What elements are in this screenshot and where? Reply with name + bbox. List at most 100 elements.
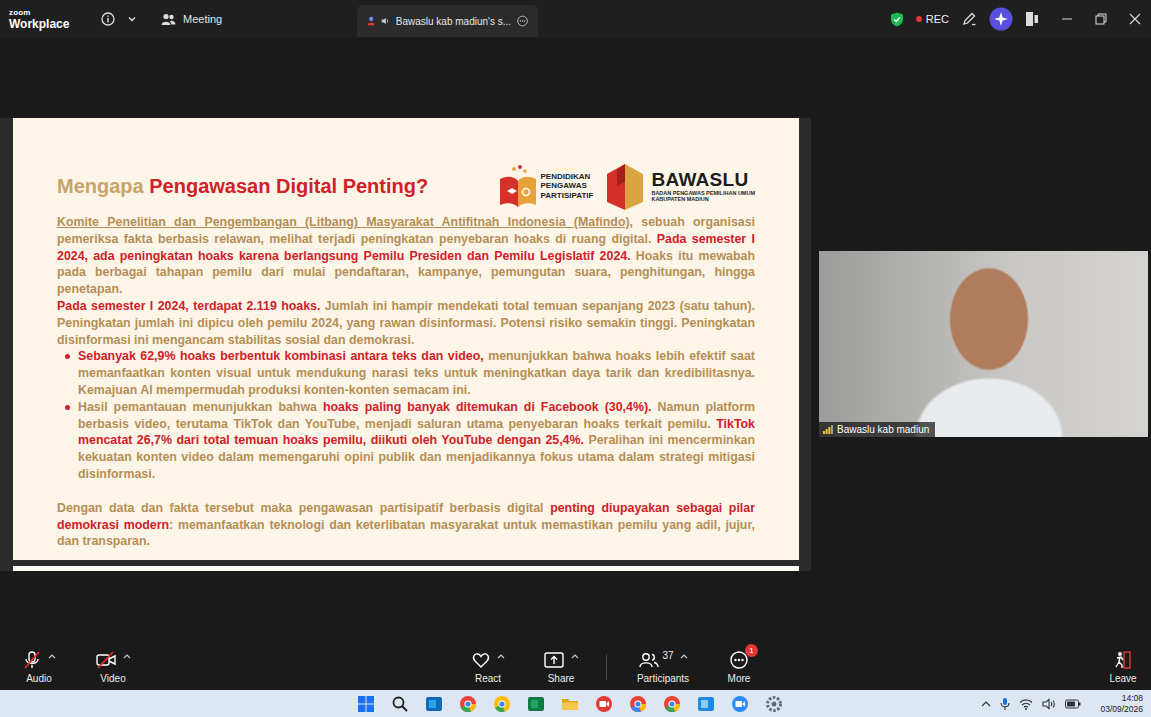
tray-chevron-icon[interactable]: [981, 700, 991, 708]
participants-label: Participants: [637, 673, 689, 684]
windows-taskbar: 14:0803/09/2026: [0, 690, 1151, 717]
taskbar-app[interactable]: [621, 695, 655, 713]
clock[interactable]: 14:0803/09/2026: [1100, 693, 1143, 713]
bullet-dot: [65, 405, 70, 410]
system-tray: 14:0803/09/2026: [981, 693, 1143, 713]
more-options-icon[interactable]: [517, 13, 528, 29]
title-lead: Mengapa: [57, 175, 149, 197]
more-button[interactable]: 1More: [719, 650, 759, 684]
ai-companion-icon[interactable]: [989, 7, 1013, 31]
taskbar-app[interactable]: [757, 695, 791, 713]
bawaslu-logo: BAWASLUBADAN PENGAWAS PEMILIHAN UMUMKABU…: [601, 160, 755, 212]
bawaslu-subtitle: BADAN PENGAWAS PEMILIHAN UMUM: [651, 190, 755, 196]
shared-screen: Mengapa Pengawasan Digital Penting? PENDI…: [0, 118, 811, 571]
pendidikan-logo: PENDIDIKANPENGAWASPARTISIPATIF: [498, 163, 594, 209]
chrome-icon: [629, 695, 647, 713]
share-tab[interactable]: Bawaslu kab madiun's s...: [357, 5, 538, 37]
recording-indicator[interactable]: REC: [916, 13, 949, 25]
leave-button[interactable]: Leave: [1103, 650, 1143, 684]
excel-icon: [527, 695, 545, 713]
volume-icon[interactable]: [1042, 698, 1056, 710]
logo-line: PENDIDIKAN: [541, 172, 594, 181]
paragraph-text: Hasil pemantauan menunjukkan bahwa hoaks…: [78, 399, 755, 483]
video-label: Video: [100, 673, 125, 684]
photos-icon: [697, 695, 715, 713]
chrome-icon: [663, 695, 681, 713]
video-tile[interactable]: Bawaslu kab madiun: [819, 251, 1148, 437]
taskbar-app[interactable]: [587, 695, 621, 713]
taskbar-app[interactable]: [553, 695, 587, 713]
outlook-icon: [425, 695, 443, 713]
chrome-icon: [493, 695, 511, 713]
meeting-toolbar: Audio Video React Share 37 Participants 1More L…: [0, 643, 1151, 690]
video-frame: [819, 251, 1148, 437]
shield-icon[interactable]: [890, 12, 904, 27]
settings-icon: [765, 695, 783, 713]
taskbar-app[interactable]: [689, 695, 723, 713]
folder-icon: [561, 695, 579, 713]
camera-icon: [95, 650, 117, 670]
microphone-icon[interactable]: [1000, 697, 1010, 711]
video-button[interactable]: Video: [78, 650, 148, 684]
paragraph-text: Sebanyak 62,9% hoaks berbentuk kombinasi…: [78, 348, 755, 398]
close-icon[interactable]: [1129, 13, 1141, 25]
paragraph-text: Dengan data dan fakta tersebut maka peng…: [57, 500, 755, 550]
minimize-icon[interactable]: [1061, 13, 1073, 25]
caret-up-icon[interactable]: [48, 653, 56, 659]
react-button[interactable]: React: [458, 650, 518, 684]
speaker-icon: [381, 15, 389, 27]
react-icon-row: [471, 650, 505, 670]
share-tab-label: Bawaslu kab madiun's s...: [396, 16, 511, 27]
participants-icon-row: 37: [638, 650, 687, 670]
taskbar-app[interactable]: [417, 695, 451, 713]
paragraph: Komite Penelitian dan Pengembangan (Litb…: [57, 214, 755, 298]
video-icon-row: [95, 650, 131, 670]
taskbar-app[interactable]: [723, 695, 757, 713]
caret-up-icon[interactable]: [123, 653, 131, 659]
annotate-icon[interactable]: [961, 11, 977, 27]
book-icon: [498, 163, 538, 209]
participant-name-tag: Bawaslu kab madiun: [819, 422, 935, 437]
caret-up-icon[interactable]: [680, 653, 688, 659]
share-button[interactable]: Share: [528, 650, 594, 684]
side-panel-icon[interactable]: [1025, 11, 1039, 27]
participant-name: Bawaslu kab madiun: [837, 424, 929, 435]
heart-bubble-icon: [471, 650, 491, 670]
share-icon-row: [543, 650, 579, 670]
restore-icon[interactable]: [1095, 13, 1107, 25]
wifi-icon[interactable]: [1019, 698, 1033, 710]
leave-icon: [1113, 650, 1133, 670]
info-icon[interactable]: [101, 12, 115, 26]
meeting-button[interactable]: Meeting: [161, 13, 222, 26]
start-icon: [357, 695, 375, 713]
audio-label: Audio: [26, 673, 52, 684]
signal-icon: [823, 425, 833, 434]
audio-button[interactable]: Audio: [10, 650, 68, 684]
leave-label: Leave: [1109, 673, 1136, 684]
participant-count: 37: [662, 650, 673, 661]
taskbar-app[interactable]: [451, 695, 485, 713]
chevron-down-icon[interactable]: [127, 14, 137, 24]
text-highlight: Pada semester I 2024, terdapat 2.119 hoa…: [57, 299, 320, 313]
participants-button[interactable]: 37 Participants: [621, 650, 705, 684]
taskbar-app[interactable]: [519, 695, 553, 713]
battery-icon[interactable]: [1065, 699, 1081, 709]
caret-up-icon[interactable]: [497, 653, 505, 659]
taskbar-app[interactable]: [485, 695, 519, 713]
paragraph-text: Komite Penelitian dan Pengembangan (Litb…: [57, 214, 755, 298]
notification-badge: 1: [745, 644, 758, 657]
title-bar-controls: REC: [890, 7, 1151, 31]
audio-icon-row: [22, 650, 56, 670]
leave-icon-row: [1113, 650, 1133, 670]
text-plain: Hasil pemantauan menunjukkan bahwa: [78, 400, 323, 414]
logo-line: PARTISIPATIF: [541, 191, 594, 200]
next-slide-edge: [13, 566, 799, 571]
taskbar-app[interactable]: [383, 695, 417, 713]
taskbar-app[interactable]: [655, 695, 689, 713]
caret-up-icon[interactable]: [571, 653, 579, 659]
title-highlight: Pengawasan Digital Penting?: [149, 175, 428, 197]
share-screen-icon: [543, 650, 565, 670]
share-label: Share: [548, 673, 575, 684]
taskbar-app[interactable]: [349, 695, 383, 713]
microphone-icon: [22, 650, 42, 670]
